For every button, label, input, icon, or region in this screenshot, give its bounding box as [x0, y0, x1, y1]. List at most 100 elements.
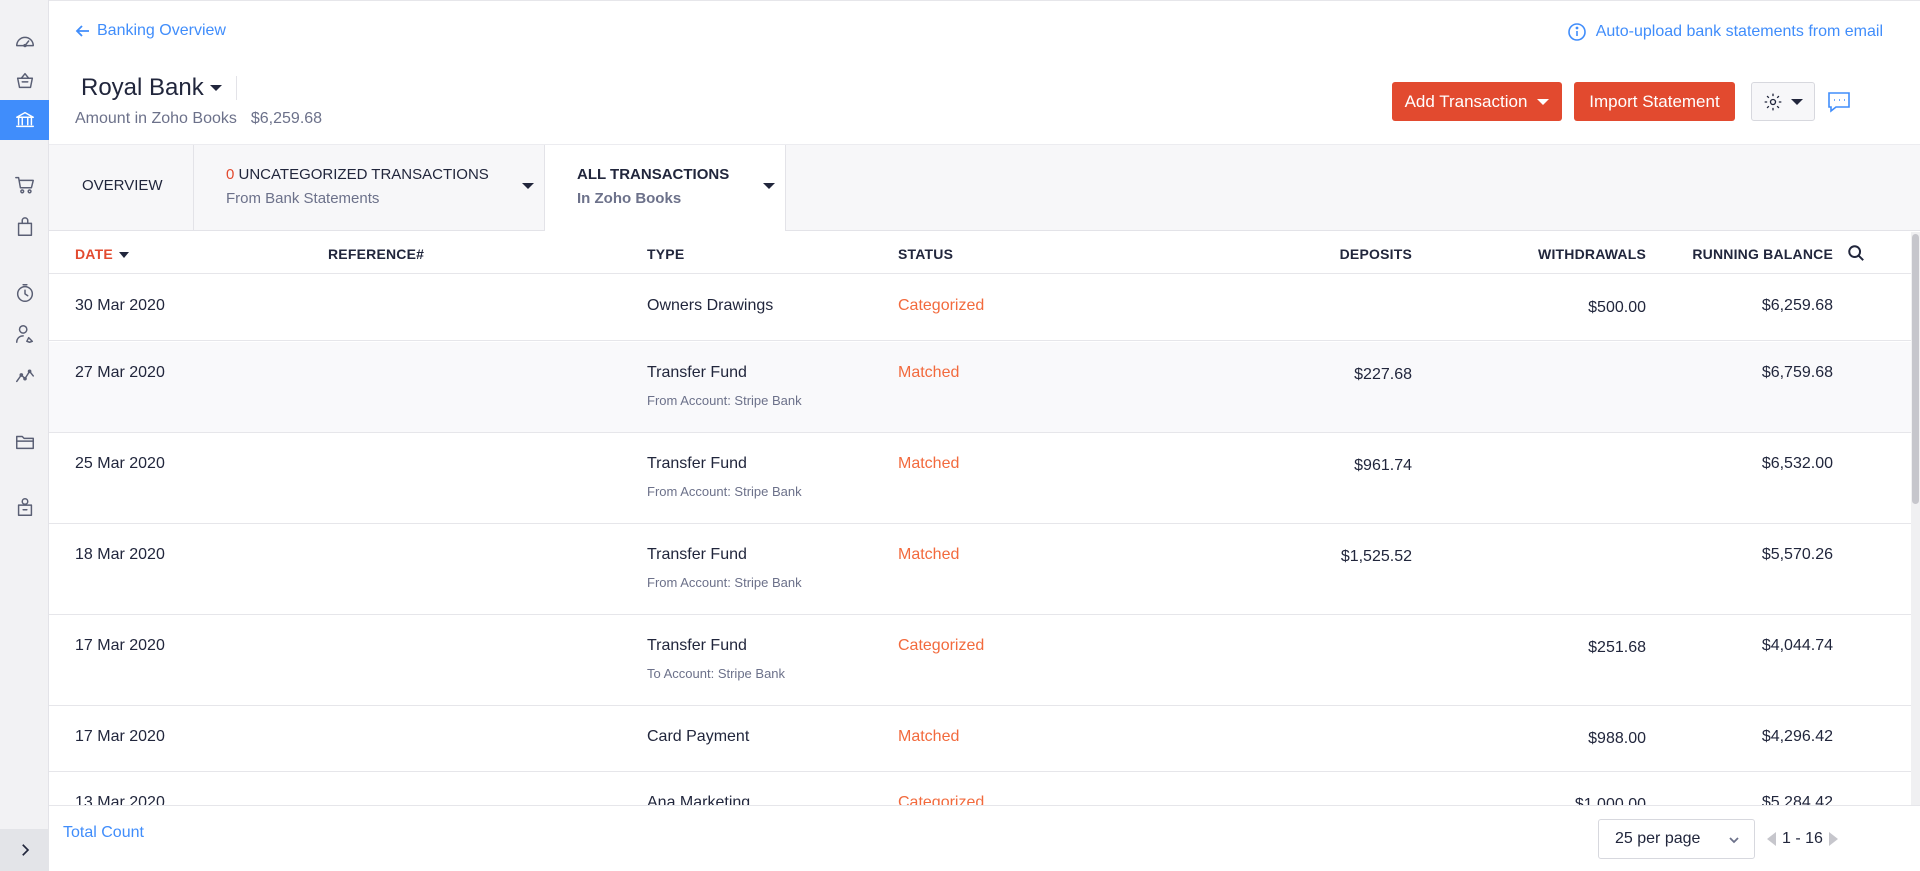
sales-icon[interactable]: [0, 165, 49, 205]
chat-icon: [1828, 92, 1850, 113]
banking-overview-link[interactable]: Banking Overview: [75, 22, 226, 40]
all-transactions-subtitle: In Zoho Books: [577, 190, 682, 207]
column-date[interactable]: DATE: [75, 246, 129, 262]
gear-icon: [1764, 93, 1782, 110]
row-date: 30 Mar 2020: [75, 297, 165, 314]
items-icon[interactable]: [0, 61, 49, 101]
row-type-detail: From Account: Stripe Bank: [647, 393, 802, 408]
dashboard-icon[interactable]: [0, 21, 49, 61]
column-status: STATUS: [898, 246, 954, 262]
row-balance: $4,296.42: [1761, 728, 1833, 745]
expand-sidebar-button[interactable]: [0, 829, 49, 871]
uncategorized-subtitle: From Bank Statements: [226, 190, 380, 207]
table-row[interactable]: 17 Mar 2020 Card Payment Matched $988.00…: [49, 706, 1911, 772]
sort-desc-icon: [118, 252, 129, 259]
row-balance: $6,532.00: [1761, 455, 1833, 472]
table-row[interactable]: 27 Mar 2020 Transfer Fund From Account: …: [49, 342, 1911, 433]
auto-upload-link[interactable]: Auto-upload bank statements from email: [1567, 22, 1883, 42]
row-withdrawal: $251.68: [1588, 639, 1646, 656]
row-status: Categorized: [898, 297, 985, 314]
previous-page-icon[interactable]: [1767, 832, 1776, 846]
column-running-balance: RUNNING BALANCE: [1692, 246, 1833, 262]
integrations-icon[interactable]: [0, 487, 49, 527]
table-footer: Total Count 25 per page 1 - 16: [49, 805, 1920, 871]
row-withdrawal: $988.00: [1588, 730, 1646, 747]
row-withdrawal: $500.00: [1588, 299, 1646, 316]
tab-uncategorized-title: 0 UNCATEGORIZED TRANSACTIONS: [226, 166, 489, 183]
row-type: Transfer Fund: [647, 546, 747, 563]
back-link-label: Banking Overview: [97, 22, 226, 39]
caret-down-icon: [1537, 98, 1550, 105]
arrow-left-icon: [75, 25, 89, 37]
amount-label: Amount in Zoho Books: [75, 110, 237, 127]
row-date: 17 Mar 2020: [75, 637, 165, 654]
pagination: 1 - 16: [1767, 830, 1838, 848]
row-status: Matched: [898, 728, 960, 745]
page-range: 1 - 16: [1782, 830, 1823, 847]
amount-value: $6,259.68: [250, 110, 323, 127]
purchases-icon[interactable]: [0, 207, 49, 247]
table-row[interactable]: 25 Mar 2020 Transfer Fund From Account: …: [49, 433, 1911, 524]
row-type: Transfer Fund: [647, 637, 747, 654]
auto-upload-label: Auto-upload bank statements from email: [1595, 23, 1883, 40]
row-type: Owners Drawings: [647, 297, 774, 314]
info-icon: [1567, 23, 1586, 41]
transactions-table: DATE REFERENCE# TYPE STATUS DEPOSITS WIT…: [49, 232, 1911, 808]
row-status: Matched: [898, 546, 960, 563]
row-type-detail: To Account: Stripe Bank: [647, 666, 786, 681]
banking-icon[interactable]: [0, 100, 49, 140]
reports-icon[interactable]: [0, 355, 49, 395]
row-deposit: $961.74: [1354, 457, 1412, 474]
table-row[interactable]: 17 Mar 2020 Transfer Fund To Account: St…: [49, 615, 1911, 706]
account-selector[interactable]: Royal Bank: [81, 74, 237, 102]
scrollbar-thumb[interactable]: [1912, 234, 1919, 504]
per-page-select[interactable]: 25 per page: [1598, 819, 1755, 859]
table-header: DATE REFERENCE# TYPE STATUS DEPOSITS WIT…: [49, 232, 1911, 274]
chevron-down-icon: [1729, 837, 1739, 844]
tab-overview-label: OVERVIEW: [82, 177, 163, 194]
tab-uncategorized[interactable]: 0 UNCATEGORIZED TRANSACTIONS From Bank S…: [193, 145, 545, 231]
settings-menu-button[interactable]: [1751, 82, 1815, 121]
column-withdrawals: WITHDRAWALS: [1538, 246, 1646, 262]
caret-down-icon: [209, 85, 222, 91]
import-statement-label: Import Statement: [1589, 91, 1720, 111]
documents-icon[interactable]: [0, 422, 49, 462]
transaction-tabs: OVERVIEW 0 UNCATEGORIZED TRANSACTIONS Fr…: [49, 144, 1920, 231]
caret-down-icon[interactable]: [763, 183, 775, 189]
table-row[interactable]: 30 Mar 2020 Owners Drawings Categorized …: [49, 275, 1911, 341]
caret-down-icon[interactable]: [522, 183, 534, 189]
import-statement-button[interactable]: Import Statement: [1574, 82, 1735, 121]
row-balance: $5,570.26: [1761, 546, 1833, 563]
uncategorized-label: UNCATEGORIZED TRANSACTIONS: [238, 166, 489, 183]
main-panel: Banking Overview Auto-upload bank statem…: [49, 0, 1920, 871]
row-balance: $4,044.74: [1761, 637, 1833, 654]
tab-overview[interactable]: OVERVIEW: [49, 145, 193, 231]
table-row[interactable]: 18 Mar 2020 Transfer Fund From Account: …: [49, 524, 1911, 615]
row-date: 25 Mar 2020: [75, 455, 165, 472]
banking-app: Banking Overview Auto-upload bank statem…: [0, 0, 1920, 871]
column-deposits: DEPOSITS: [1339, 246, 1412, 262]
accountant-icon[interactable]: [0, 314, 49, 354]
add-transaction-button[interactable]: Add Transaction: [1392, 82, 1562, 121]
column-type: TYPE: [647, 246, 685, 262]
next-page-icon[interactable]: [1828, 832, 1838, 846]
time-tracking-icon[interactable]: [0, 273, 49, 313]
left-sidebar: [0, 0, 49, 871]
per-page-value: 25 per page: [1615, 830, 1701, 847]
row-date: 18 Mar 2020: [75, 546, 165, 563]
table-search-button[interactable]: [1847, 244, 1867, 264]
account-name: Royal Bank: [81, 74, 204, 101]
caret-down-icon: [1791, 98, 1803, 105]
row-type: Transfer Fund: [647, 364, 747, 381]
chevron-right-icon: [21, 844, 29, 856]
row-date: 17 Mar 2020: [75, 728, 165, 745]
table-scrollbar[interactable]: [1911, 232, 1920, 808]
account-amount: Amount in Zoho Books $6,259.68: [75, 110, 322, 128]
total-count-link[interactable]: Total Count: [63, 824, 144, 842]
table-row[interactable]: 13 Mar 2020 Ana Marketing Categorized $1…: [49, 772, 1911, 808]
row-type: Card Payment: [647, 728, 750, 745]
tab-all-transactions[interactable]: ALL TRANSACTIONS In Zoho Books: [545, 145, 786, 231]
row-status: Matched: [898, 364, 960, 381]
comments-button[interactable]: [1824, 88, 1854, 116]
all-transactions-label: ALL TRANSACTIONS: [577, 166, 730, 183]
